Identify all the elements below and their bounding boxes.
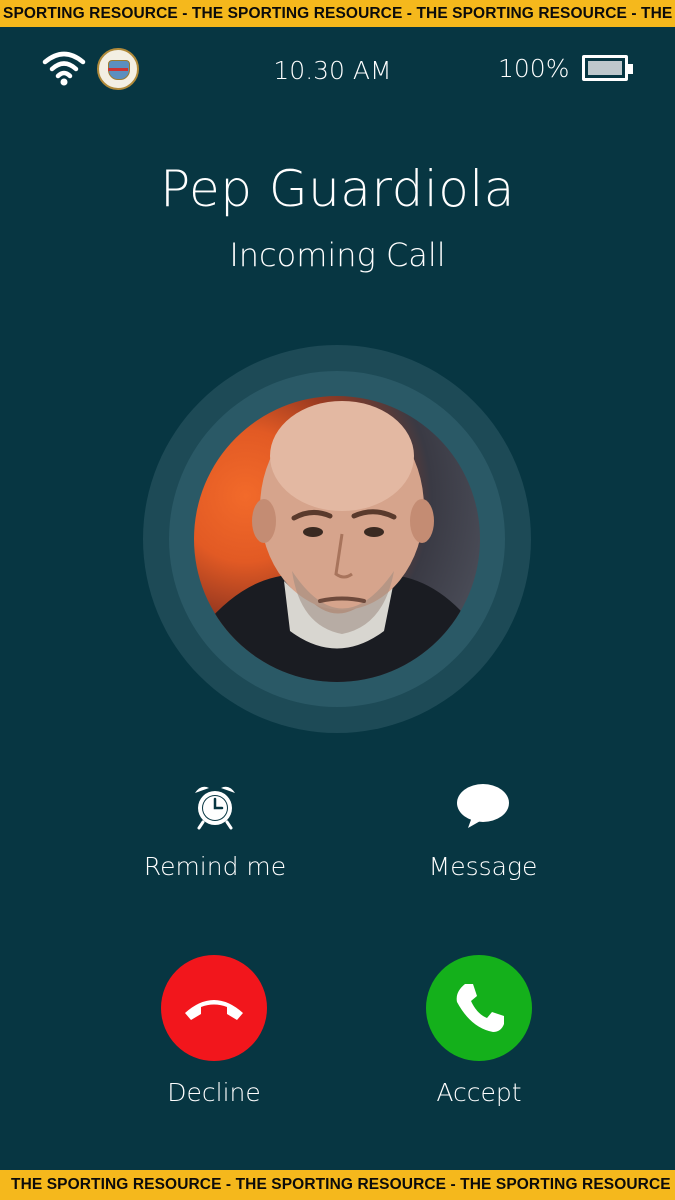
battery-percentage: 100% [498, 54, 570, 83]
message-label: Message [428, 852, 538, 881]
caller-name: Pep Guardiola [160, 160, 515, 218]
top-banner: SPORTING RESOURCE - THE SPORTING RESOURC… [0, 0, 675, 27]
caller-avatar [194, 396, 480, 682]
message-bubble-icon [457, 784, 509, 828]
remind-me-label: Remind me [143, 852, 287, 881]
status-bar: 10.30 AM 100% [0, 46, 675, 96]
top-banner-text: SPORTING RESOURCE - THE SPORTING RESOURC… [3, 5, 675, 22]
phone-icon [456, 984, 504, 1032]
battery-icon [582, 55, 633, 81]
alarm-clock-icon [195, 786, 235, 830]
message-action[interactable]: Message [378, 780, 588, 881]
accept-button[interactable] [426, 955, 532, 1061]
decline-button[interactable] [161, 955, 267, 1061]
hang-up-icon [185, 1000, 243, 1020]
remind-me-action[interactable]: Remind me [110, 780, 320, 881]
call-state: Incoming Call [229, 236, 446, 274]
club-logo [97, 48, 139, 90]
status-time: 10.30 AM [273, 56, 392, 85]
decline-label: Decline [167, 1078, 261, 1107]
wifi-icon [42, 51, 86, 86]
bottom-banner-text: THE SPORTING RESOURCE - THE SPORTING RES… [11, 1176, 675, 1193]
bottom-banner: THE SPORTING RESOURCE - THE SPORTING RES… [0, 1170, 675, 1200]
accept-label: Accept [436, 1078, 522, 1107]
